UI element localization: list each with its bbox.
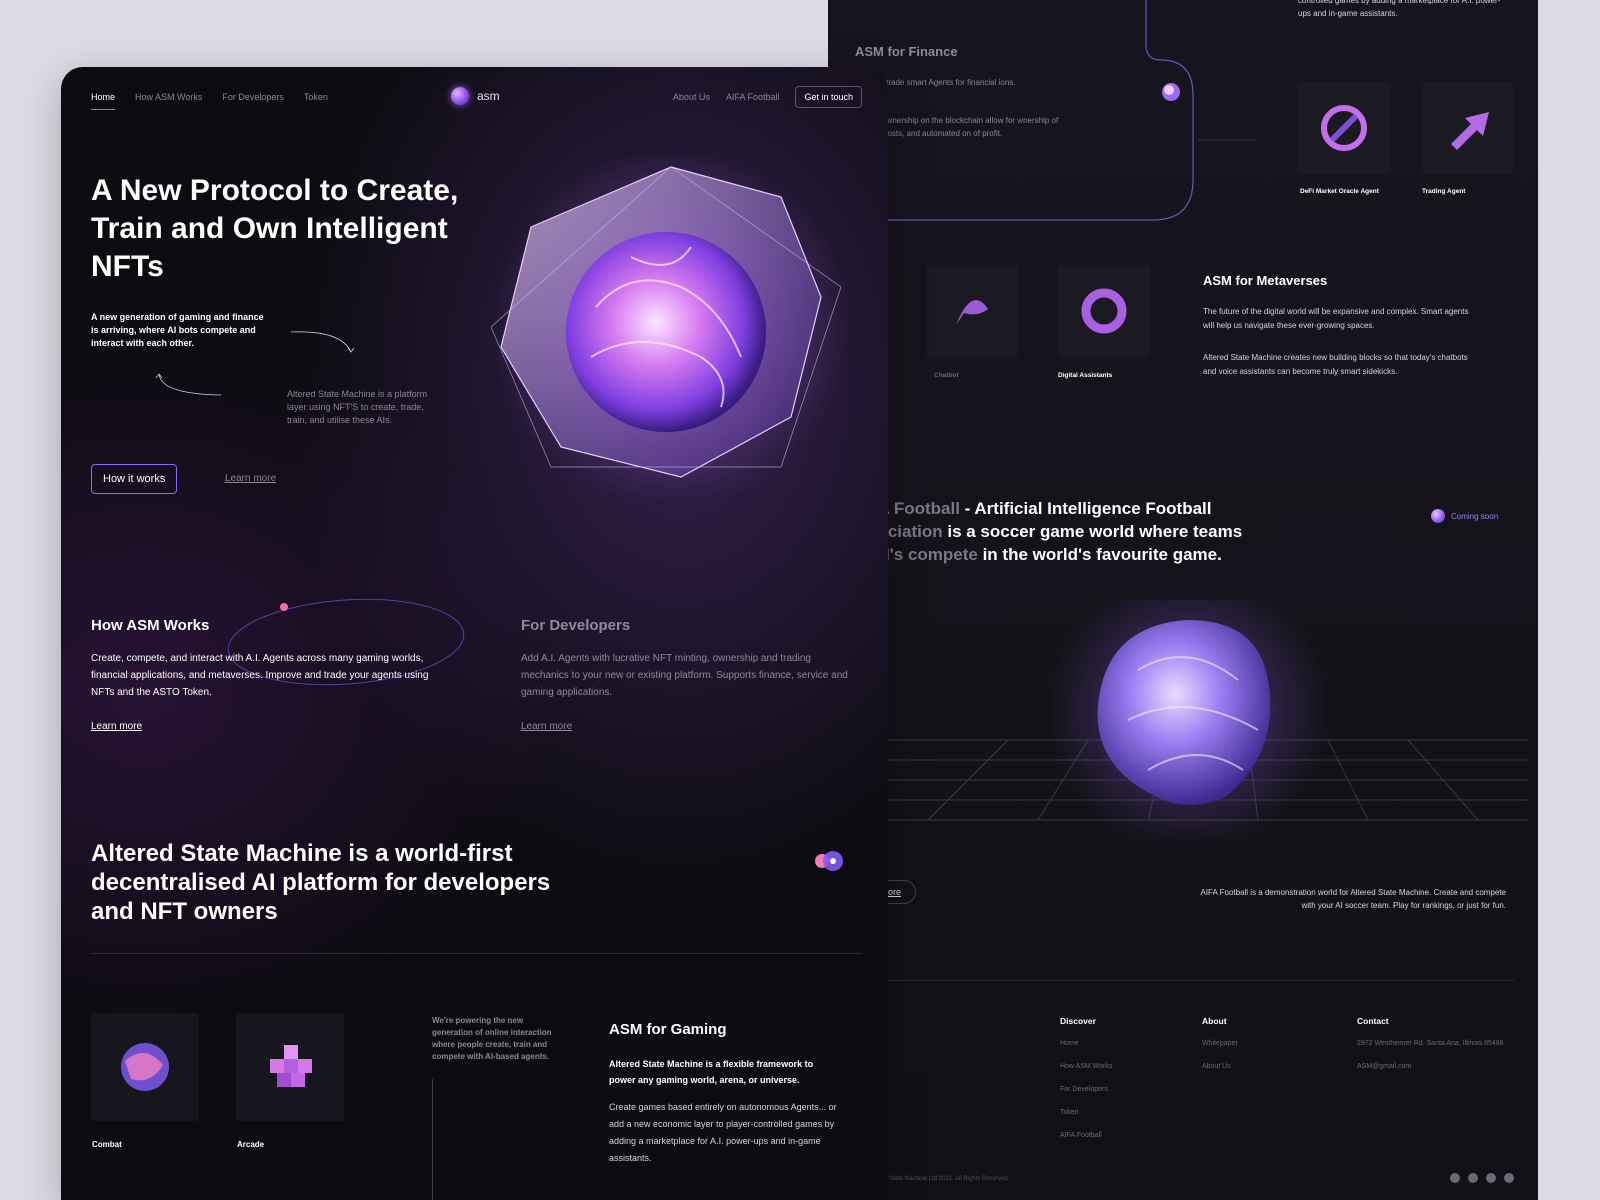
aifa-heading: FA Football - Artificial Intelligence Fo… [868,499,1243,564]
aifa-description: AIFA Football is a demonstration world f… [1200,888,1507,910]
copyright: Altered State Machine Ltd 2021. All Righ… [868,1176,1008,1182]
ring-orb-icon [1321,105,1367,151]
section-divider [91,953,862,954]
footer-link[interactable]: About Us [1202,1063,1238,1070]
metaverse-text-1: The future of the digital world will be … [1203,307,1469,330]
logo[interactable]: asm [451,87,500,105]
combat-label: Combat [92,1140,122,1149]
footer-email[interactable]: ASM@gmail.com [1357,1063,1504,1070]
chatbot-tile[interactable] [926,265,1018,357]
torus-icon [1081,288,1127,334]
combat-tile[interactable] [91,1013,199,1121]
defi-oracle-tile[interactable] [1298,82,1390,174]
dual-orb-icon [815,851,843,871]
gaming-subtitle: Altered State Machine is a flexible fram… [609,1059,814,1085]
hero-learn-more-link[interactable]: Learn more [225,473,276,484]
get-in-touch-button[interactable]: Get in touch [795,86,862,108]
footer-link[interactable]: AIFA Football [1060,1132,1112,1139]
discord-icon[interactable] [1504,1173,1514,1183]
nav-aifa-football[interactable]: AIFA Football [726,92,780,102]
top-nav: Home How ASM Works For Developers Token … [61,67,888,129]
how-works-title: How ASM Works [91,617,210,634]
nav-home[interactable]: Home [91,92,116,110]
mission-statement: Altered State Machine is a world-first d… [91,840,551,925]
finance-title: ASM for Finance [855,44,958,59]
digital-assistant-tile[interactable] [1058,265,1150,357]
how-it-works-button[interactable]: How it works [91,464,178,494]
footer-contact: Contact 2972 Westheimer Rd. Santa Ana, I… [1357,1016,1504,1070]
back-page: controlled games by adding a marketplace… [828,0,1538,1200]
metaverse-text-2: Altered State Machine creates new buildi… [1203,353,1468,376]
footer-about: About Whitepaper About Us [1202,1016,1238,1070]
chatbot-label: Chatbot [934,372,959,379]
orb-logo-icon [451,87,469,105]
developers-title: For Developers [521,617,631,634]
twitter-icon[interactable] [1450,1173,1460,1183]
cube-stack-icon [270,1045,312,1087]
medium-icon[interactable] [1486,1173,1496,1183]
footer-address: 2972 Westheimer Rd. Santa Ana, Illinois … [1357,1040,1504,1047]
combat-orb-icon [121,1043,169,1091]
gaming-text: Create games based entirely on autonomou… [609,1102,837,1163]
footer-discover: Discover Home How ASM Works For Develope… [1060,1016,1113,1139]
footer-link[interactable]: How ASM Works [1060,1063,1112,1070]
nav-about-us[interactable]: About Us [673,92,710,102]
footer-divider [868,980,1514,981]
footer-link[interactable]: Whitepaper [1202,1040,1238,1047]
abstract-shape-icon [956,300,988,325]
developers-text: Add A.I. Agents with lucrative NFT minti… [521,653,848,698]
developers-learn-more-link[interactable]: Learn more [521,721,572,732]
footer-link[interactable]: Home [1060,1040,1112,1047]
front-page: Home How ASM Works For Developers Token … [61,67,888,1200]
hero-title: A New Protocol to Create, Train and Own … [91,174,459,283]
crystal-orb-illustration [490,157,851,497]
digital-assistant-label: Digital Assistants [1058,372,1113,379]
defi-oracle-label: DeFi Market Oracle Agent [1300,188,1379,195]
nav-how-asm-works[interactable]: How ASM Works [135,92,202,102]
vertical-line [432,1079,433,1200]
telegram-icon[interactable] [1468,1173,1478,1183]
social-icons [1450,1173,1514,1183]
footer-link[interactable]: For Developers [1060,1086,1112,1093]
trading-agent-label: Trading Agent [1422,188,1466,195]
trading-agent-tile[interactable] [1421,82,1513,174]
arrow-shapes-icon [1451,112,1489,150]
how-works-text: Create, compete, and interact with A.I. … [91,653,429,698]
coming-soon-badge: Coming soon [1431,509,1498,523]
gaming-title: ASM for Gaming [609,1021,727,1038]
how-works-learn-more-link[interactable]: Learn more [91,721,142,732]
gaming-note: We're powering the new generation of onl… [432,1016,552,1061]
orb-icon [1431,509,1445,523]
footer-link[interactable]: Token [1060,1109,1112,1116]
arcade-tile[interactable] [236,1013,344,1121]
football-orb-illustration [888,600,1528,840]
metaverse-title: ASM for Metaverses [1203,273,1328,288]
arcade-label: Arcade [237,1140,265,1149]
hero-description: Altered State Machine is a platform laye… [287,389,428,425]
nav-token[interactable]: Token [304,92,328,102]
nav-for-developers[interactable]: For Developers [222,92,284,102]
